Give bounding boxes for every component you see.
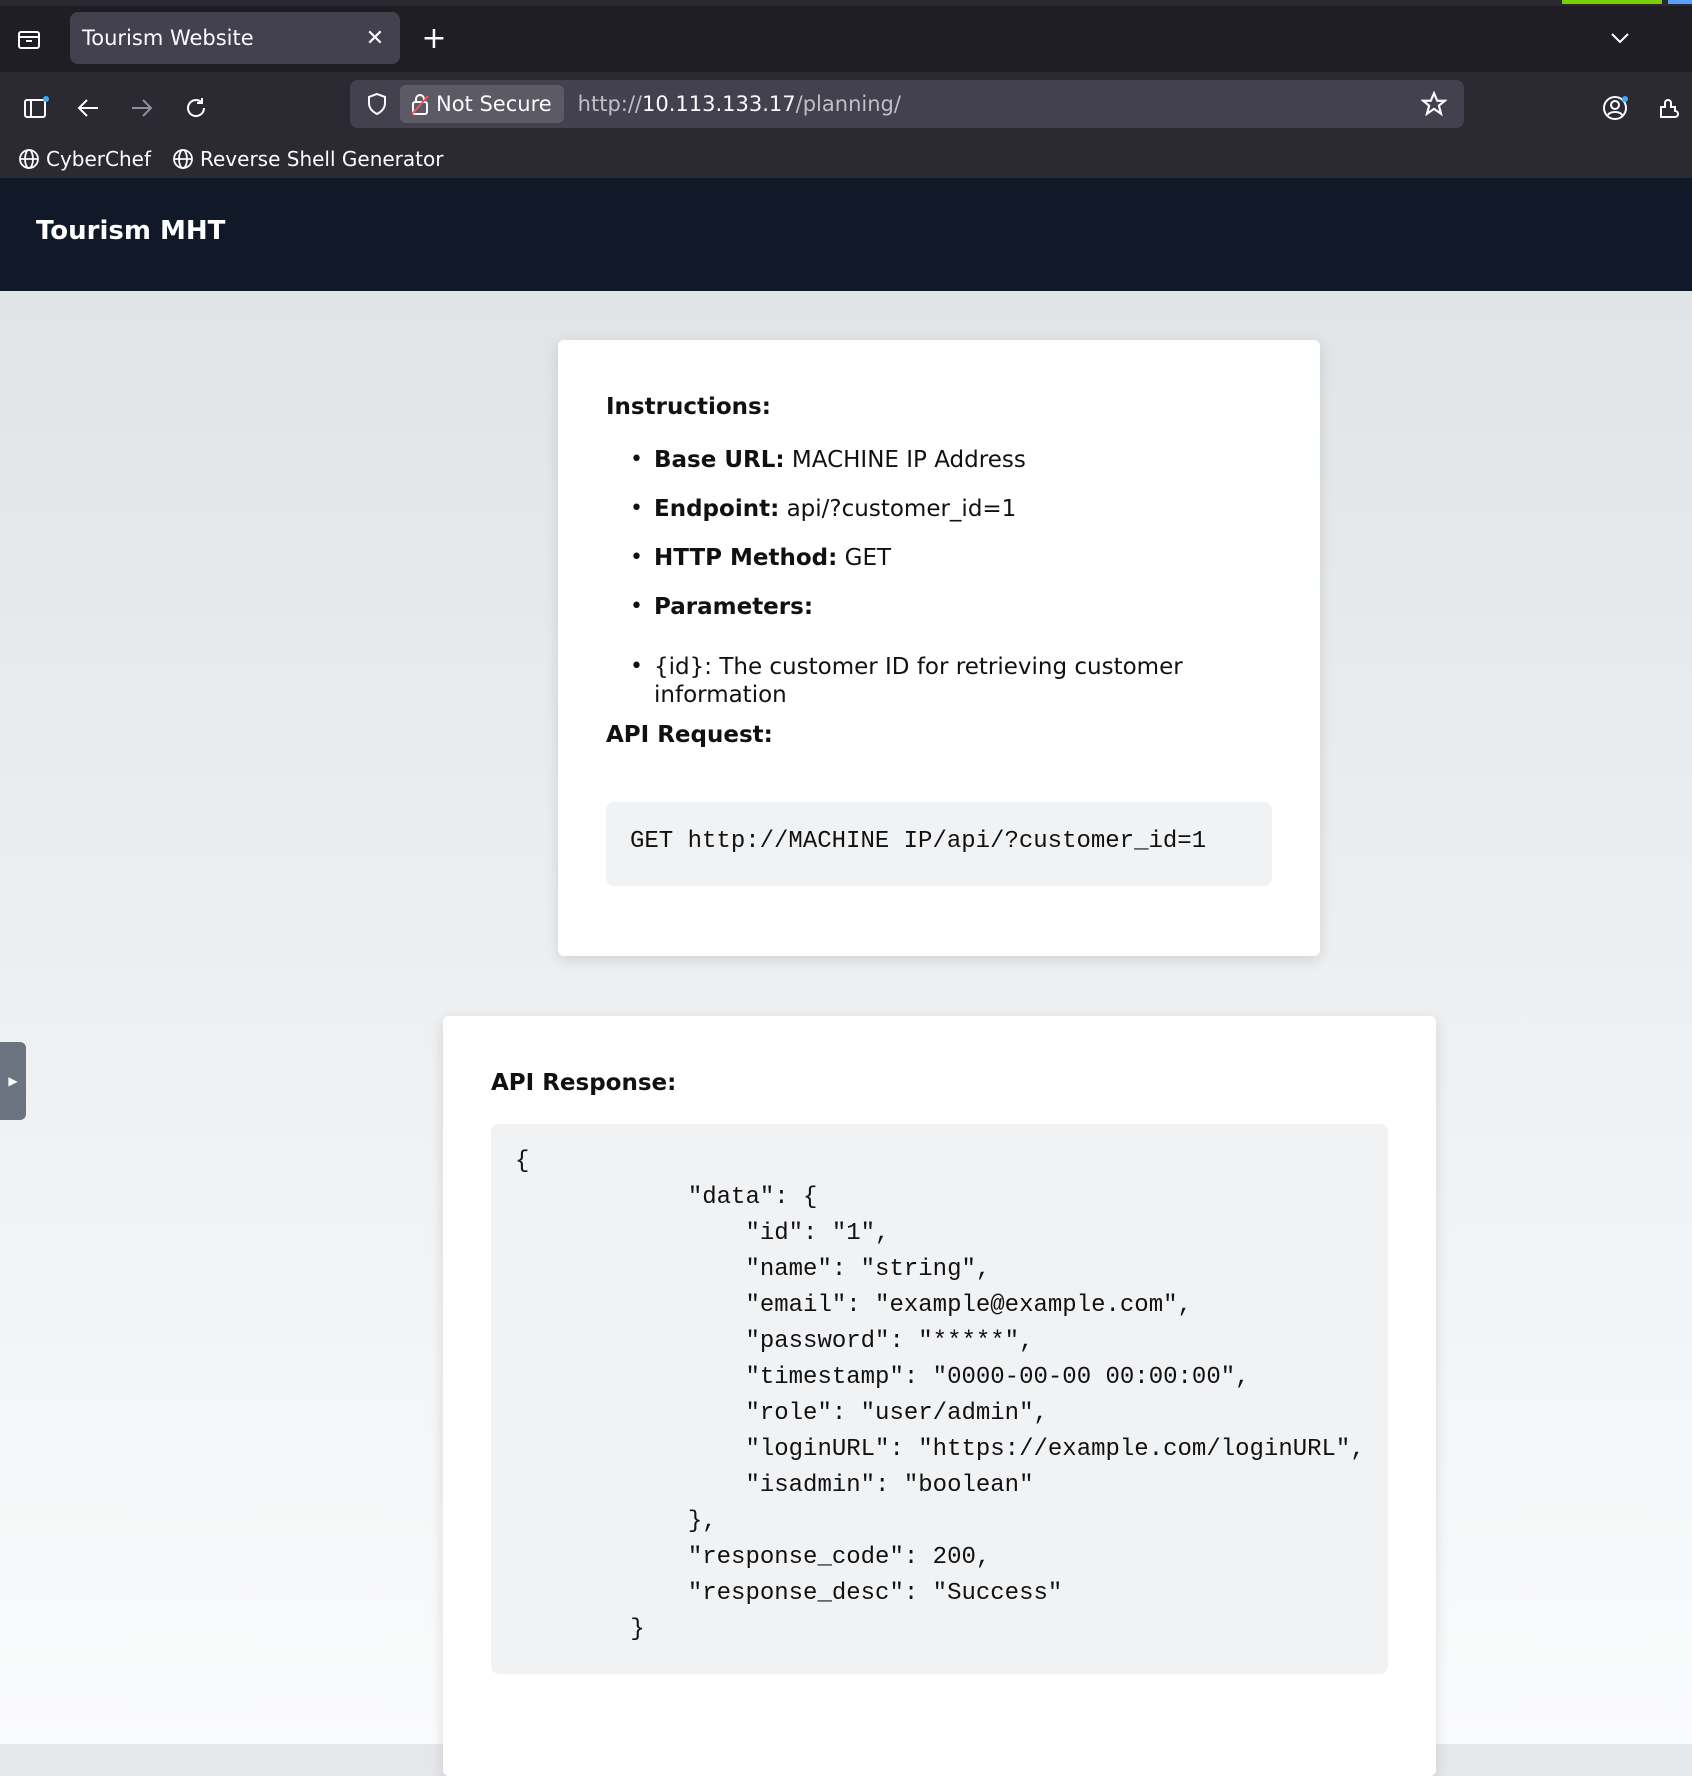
active-tab[interactable]: Tourism Website ✕ [70,12,400,64]
api-response-heading: API Response: [491,1070,677,1096]
bookmark-star-icon[interactable] [1416,86,1452,122]
item-label: HTTP Method: [654,545,838,571]
bookmark-reverse-shell-generator[interactable]: Reverse Shell Generator [172,144,443,174]
system-indicator [1562,0,1662,4]
address-bar[interactable]: Not Secure http://10.113.133.17/planning… [350,80,1464,128]
item-value: MACHINE IP Address [784,447,1026,473]
site-title[interactable]: Tourism MHT [36,216,225,246]
account-icon[interactable] [1598,90,1634,126]
close-tab-icon[interactable]: ✕ [360,23,390,53]
tab-list-icon[interactable] [14,24,44,54]
tracking-protection-shield-icon[interactable] [360,87,394,121]
url-path: /planning/ [795,92,901,116]
back-arrow-icon[interactable] [70,90,106,126]
window-top-border [0,0,1692,6]
bookmark-cyberchef[interactable]: CyberChef [18,144,151,174]
chevron-down-icon[interactable] [1604,22,1636,54]
api-response-code: { "data": { "id": "1", "name": "string",… [515,1148,1365,1643]
tab-title: Tourism Website [82,26,254,50]
api-request-code-block: GET http://MACHINE IP/api/?customer_id=1 [606,802,1272,886]
tab-strip: Tourism Website ✕ + [0,0,1692,72]
list-item: Base URL: MACHINE IP Address [606,446,1320,495]
api-request-heading: API Request: [606,722,773,748]
url-host: 10.113.133.17 [642,92,796,116]
new-tab-icon[interactable]: + [418,21,450,56]
url-text[interactable]: http://10.113.133.17/planning/ [578,92,1416,116]
list-item: Parameters: [606,593,1320,653]
insecure-lock-icon [410,92,430,116]
extensions-icon[interactable] [1652,90,1688,126]
list-item: Endpoint: api/?customer_id=1 [606,495,1320,544]
item-label: Base URL: [654,447,785,473]
forward-arrow-icon[interactable] [124,90,160,126]
api-request-code: GET http://MACHINE IP/api/?customer_id=1 [630,828,1207,855]
reload-icon[interactable] [178,90,214,126]
item-value: api/?customer_id=1 [779,496,1017,522]
instructions-card: Instructions: Base URL: MACHINE IP Addre… [558,340,1320,956]
navigation-toolbar: Not Secure http://10.113.133.17/planning… [0,72,1692,144]
item-value: {id}: The customer ID for retrieving cus… [654,654,1183,708]
instructions-heading: Instructions: [606,394,771,420]
page-content: Tourism MHT Instructions: Base URL: MACH… [0,178,1692,1776]
api-response-code-block: { "data": { "id": "1", "name": "string",… [491,1124,1388,1674]
sidebar-toggle-icon[interactable] [18,90,54,126]
play-arrow-icon: ▶ [8,1074,18,1088]
list-item: {id}: The customer ID for retrieving cus… [606,653,1320,708]
site-security-button[interactable]: Not Secure [400,85,564,123]
response-card: API Response: { "data": { "id": "1", "na… [443,1016,1436,1776]
list-item: HTTP Method: GET [606,544,1320,593]
item-value: GET [837,545,892,571]
globe-icon [18,148,40,170]
instructions-list: Base URL: MACHINE IP Address Endpoint: a… [606,446,1320,708]
url-scheme: http:// [577,92,643,116]
bookmarks-toolbar: CyberChef Reverse Shell Generator [0,144,1692,179]
bookmark-label: CyberChef [46,147,152,171]
system-indicator-secondary [1668,0,1692,4]
globe-icon [172,148,194,170]
side-panel-handle[interactable]: ▶ [0,1042,26,1120]
item-label: Parameters: [654,594,814,620]
bookmark-label: Reverse Shell Generator [200,147,444,171]
security-label: Not Secure [436,92,552,116]
item-label: Endpoint: [654,496,780,522]
site-header: Tourism MHT [0,178,1692,291]
